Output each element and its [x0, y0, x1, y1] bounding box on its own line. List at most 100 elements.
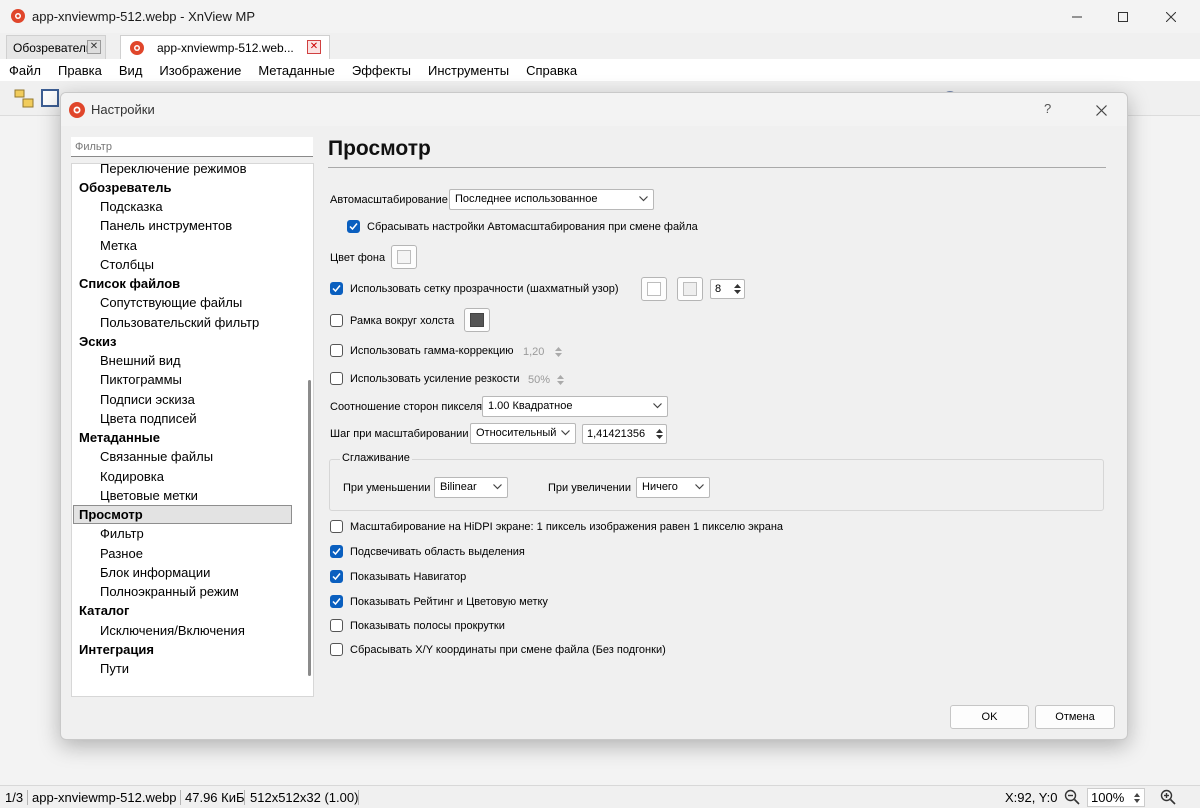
tree-item[interactable]: Пути	[73, 659, 292, 678]
ok-button[interactable]: OK	[950, 705, 1029, 729]
filter-input[interactable]	[71, 137, 313, 157]
gamma-value: 1,20	[523, 346, 545, 358]
spinner-arrows-icon[interactable]	[556, 373, 565, 387]
checkmark-icon	[332, 573, 341, 581]
smoothing-group-title: Сглаживание	[340, 452, 412, 464]
tree-item[interactable]: Список файлов	[73, 274, 292, 293]
grid-size-spinner[interactable]: 8	[710, 279, 745, 299]
menu-image[interactable]: Изображение	[159, 63, 241, 78]
tree-item[interactable]: Пользовательский фильтр	[73, 313, 292, 332]
zoom-level-field[interactable]: 100%	[1087, 788, 1145, 807]
zoom-in-icon[interactable]	[1160, 789, 1176, 805]
zoom-step-mode-value: Относительный	[476, 427, 557, 439]
sharpen-label: Использовать усиление резкости	[350, 373, 520, 385]
sharpen-checkbox[interactable]	[330, 372, 343, 385]
tree-item[interactable]: Подписи эскиза	[73, 390, 292, 409]
smoothing-down-label: При уменьшении	[343, 482, 431, 494]
pixel-ratio-select[interactable]: 1.00 Квадратное	[482, 396, 668, 417]
minimize-icon	[1072, 16, 1082, 17]
tree-item[interactable]: Пиктограммы	[73, 370, 292, 389]
tab-label: Обозреватель	[13, 40, 93, 55]
dialog-close-button[interactable]	[1091, 100, 1111, 120]
highlight-selection-checkbox[interactable]	[330, 545, 343, 558]
canvas-frame-checkbox[interactable]	[330, 314, 343, 327]
tree-item[interactable]: Блок информации	[73, 563, 292, 582]
tree-item[interactable]: Метка	[73, 236, 292, 255]
tree-item[interactable]: Обозреватель	[73, 178, 292, 197]
minimize-button[interactable]	[1054, 0, 1100, 33]
tree-item[interactable]: Разное	[73, 544, 292, 563]
status-separator	[358, 790, 359, 805]
menu-view[interactable]: Вид	[119, 63, 143, 78]
spinner-arrows-icon[interactable]	[1133, 792, 1141, 804]
canvas-frame-color-button[interactable]	[464, 308, 490, 332]
status-coords: X:92, Y:0	[1005, 790, 1058, 805]
grid-color1-button[interactable]	[641, 277, 667, 301]
background-color-label: Цвет фона	[330, 252, 386, 264]
cancel-button[interactable]: Отмена	[1035, 705, 1115, 729]
tree-item[interactable]: Цвета подписей	[73, 409, 292, 428]
smoothing-up-select[interactable]: Ничего	[636, 477, 710, 498]
tab-image[interactable]: app-xnviewmp-512.web... ✕	[120, 35, 330, 59]
maximize-button[interactable]	[1100, 0, 1146, 33]
show-navigator-checkbox[interactable]	[330, 570, 343, 583]
close-window-button[interactable]	[1148, 0, 1194, 33]
tree-item[interactable]: Исключения/Включения	[73, 621, 292, 640]
transparency-grid-checkbox[interactable]	[330, 282, 343, 295]
tree-scrollbar[interactable]	[308, 380, 311, 676]
view-mode-icon[interactable]	[40, 87, 60, 109]
checkmark-icon	[332, 285, 341, 293]
menu-tools[interactable]: Инструменты	[428, 63, 509, 78]
tree-item[interactable]: Переключение режимов	[73, 164, 292, 178]
chevron-down-icon	[695, 484, 704, 490]
zoom-step-mode-select[interactable]: Относительный	[470, 423, 576, 444]
spinner-arrows-icon[interactable]	[655, 427, 664, 441]
tree-item[interactable]: Связанные файлы	[73, 447, 292, 466]
tree-item[interactable]: Внешний вид	[73, 351, 292, 370]
tree-item[interactable]: Панель инструментов	[73, 216, 292, 235]
background-color-button[interactable]	[391, 245, 417, 269]
app-title-bar: app-xnviewmp-512.webp - XnView MP	[0, 0, 1200, 33]
grid-color2-button[interactable]	[677, 277, 703, 301]
tree-item[interactable]: Интеграция	[73, 640, 292, 659]
hidpi-scaling-checkbox[interactable]	[330, 520, 343, 533]
tree-item[interactable]: Полноэкранный режим	[73, 582, 292, 601]
show-scrollbars-checkbox[interactable]	[330, 619, 343, 632]
settings-dialog: Настройки ? Переключение режимов Обозрев…	[60, 92, 1128, 740]
menu-file[interactable]: Файл	[9, 63, 41, 78]
spinner-arrows-icon[interactable]	[554, 345, 563, 359]
reset-xy-checkbox[interactable]	[330, 643, 343, 656]
status-separator	[27, 790, 28, 805]
browser-icon[interactable]	[14, 87, 34, 109]
menu-effects[interactable]: Эффекты	[352, 63, 411, 78]
close-tab-icon[interactable]: ✕	[307, 40, 321, 54]
zoom-out-icon[interactable]	[1064, 789, 1080, 805]
canvas-frame-color-swatch	[470, 313, 484, 327]
tree-item[interactable]: Сопутствующие файлы	[73, 293, 292, 312]
pixel-ratio-label: Соотношение сторон пикселя	[330, 401, 483, 413]
sharpen-spinner[interactable]: 50%	[523, 370, 568, 390]
tree-item[interactable]: Эскиз	[73, 332, 292, 351]
autoscale-reset-checkbox[interactable]	[347, 220, 360, 233]
menu-edit[interactable]: Правка	[58, 63, 102, 78]
show-rating-checkbox[interactable]	[330, 595, 343, 608]
tree-item[interactable]: Кодировка	[73, 467, 292, 486]
tree-item[interactable]: Метаданные	[73, 428, 292, 447]
gamma-spinner[interactable]: 1,20	[518, 342, 566, 362]
tree-item[interactable]: Фильтр	[73, 524, 292, 543]
tab-browser[interactable]: Обозреватель ✕	[6, 35, 106, 59]
zoom-step-spinner[interactable]: 1,41421356	[582, 424, 667, 444]
tree-item[interactable]: Столбцы	[73, 255, 292, 274]
tree-item[interactable]: Каталог	[73, 601, 292, 620]
tree-item-selected[interactable]: Просмотр	[73, 505, 292, 524]
menu-help[interactable]: Справка	[526, 63, 577, 78]
tree-item[interactable]: Подсказка	[73, 197, 292, 216]
smoothing-down-select[interactable]: Bilinear	[434, 477, 508, 498]
help-button[interactable]: ?	[1044, 101, 1051, 116]
close-tab-icon[interactable]: ✕	[87, 40, 101, 54]
tree-item[interactable]: Цветовые метки	[73, 486, 292, 505]
gamma-checkbox[interactable]	[330, 344, 343, 357]
spinner-arrows-icon[interactable]	[733, 282, 742, 296]
autoscale-select[interactable]: Последнее использованное	[449, 189, 654, 210]
menu-metadata[interactable]: Метаданные	[258, 63, 335, 78]
